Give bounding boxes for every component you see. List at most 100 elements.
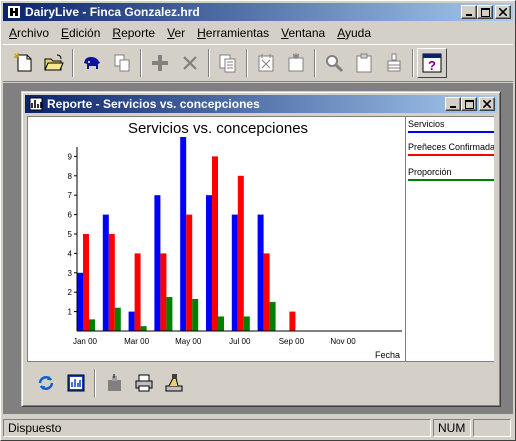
report-close-button[interactable] (479, 97, 495, 111)
app-icon[interactable] (6, 5, 22, 19)
event-icon (258, 54, 274, 72)
maximize-button[interactable] (477, 5, 493, 19)
search-button[interactable] (319, 48, 349, 78)
copy-icon (114, 54, 130, 72)
minimize-button[interactable] (461, 5, 477, 19)
sparkle-event-icon (288, 53, 304, 72)
clipboard-icon (356, 53, 372, 73)
menu-archivo-label: rchivo (17, 25, 50, 40)
report-minimize-button[interactable] (445, 97, 461, 111)
y-tick-label: 4 (68, 249, 73, 258)
y-tick-label: 5 (68, 230, 73, 239)
bar-servicios-may-00 (180, 137, 187, 331)
chart-area: Servicios vs. concepciones 1 2 3 4 5 6 7 8 9 Jan … (27, 116, 494, 362)
export-icon (108, 374, 121, 391)
status-bar: Dispuesto NUM (3, 417, 513, 439)
bar-pre-eces-confirmada-may-00 (186, 214, 193, 331)
help-button[interactable]: ? (417, 48, 447, 78)
open-folder-icon (44, 54, 64, 71)
mdi-workspace: Reporte - Servicios vs. concepciones Ser… (3, 83, 513, 414)
bar-servicios-jun-00 (206, 195, 212, 331)
bar-proporci-n-jun-00 (218, 316, 224, 331)
menu-ventana-accel: V (281, 25, 289, 40)
bar-proporci-n-aug-00 (269, 301, 276, 331)
bar-servicios-jul-00 (231, 214, 238, 331)
bar-pre-eces-confirmada-feb-00 (108, 234, 115, 331)
sparkle-event-button[interactable] (281, 48, 311, 78)
chart-view-button[interactable] (61, 368, 91, 398)
toolbar-separator (314, 49, 316, 77)
x-tick-label: Mar 00 (124, 337, 149, 346)
open-button[interactable] (39, 48, 69, 78)
menu-ayuda[interactable]: Ayuda (331, 26, 377, 40)
bottle-button[interactable] (379, 48, 409, 78)
menu-herramientas[interactable]: Herramientas (191, 26, 275, 40)
menu-ayuda-accel: A (337, 25, 345, 40)
menu-reporte-label: eporte (121, 25, 156, 40)
close-button[interactable] (495, 5, 511, 19)
menu-archivo[interactable]: Archivo (3, 26, 55, 40)
bar-chart: Servicios vs. concepciones 1 2 3 4 5 6 7 8 9 Jan … (68, 120, 402, 360)
new-button[interactable] (9, 48, 39, 78)
bar-proporci-n-mar-00 (140, 326, 147, 331)
add-icon (152, 55, 168, 71)
bar-servicios-apr-00 (154, 195, 161, 331)
print-button[interactable] (129, 368, 159, 398)
bottle-icon (387, 53, 401, 72)
search-icon (326, 55, 344, 73)
bar-proporci-n-jan-00 (89, 319, 95, 331)
print-setup-icon (165, 374, 183, 392)
legend-item-preneces: Preñeces Confirmada (408, 142, 494, 156)
bar-pre-eces-confirmada-mar-00 (134, 253, 141, 331)
export-button[interactable] (99, 368, 129, 398)
status-num-indicator: NUM (433, 419, 471, 437)
report-title-bar[interactable]: Reporte - Servicios vs. concepciones (25, 95, 497, 113)
menu-ver-label: er (174, 25, 186, 40)
refresh-button[interactable] (31, 368, 61, 398)
add-button[interactable] (145, 48, 175, 78)
toolbar-separator (140, 49, 142, 77)
menu-archivo-accel: A (9, 25, 18, 40)
menu-edicion-accel: E (61, 25, 70, 40)
toolbar-separator (72, 49, 74, 77)
app-window: DairyLive - Finca Gonzalez.hrd Archivo E… (0, 0, 516, 441)
menu-reporte[interactable]: Reporte (106, 26, 161, 40)
report-button[interactable] (213, 48, 243, 78)
status-scroll-indicator (473, 419, 511, 437)
y-tick-label: 9 (68, 152, 73, 161)
bar-proporci-n-apr-00 (166, 297, 173, 331)
y-tick-label: 1 (68, 308, 73, 317)
clipboard-button[interactable] (349, 48, 379, 78)
close-icon (499, 8, 507, 16)
copy-button[interactable] (107, 48, 137, 78)
delete-button[interactable] (175, 48, 205, 78)
event-button[interactable] (251, 48, 281, 78)
bar-pre-eces-confirmada-jun-00 (212, 156, 218, 331)
report-icon-small[interactable] (28, 97, 44, 111)
delete-icon (183, 56, 197, 70)
menu-ventana[interactable]: Ventana (275, 26, 331, 40)
menu-ver[interactable]: Ver (161, 26, 191, 40)
title-bar[interactable]: DairyLive - Finca Gonzalez.hrd (3, 3, 513, 21)
menu-edicion[interactable]: Edición (55, 26, 106, 40)
bar-pre-eces-confirmada-sep-00 (289, 311, 296, 331)
x-tick-label: Sep 00 (279, 337, 305, 346)
y-tick-label: 7 (68, 191, 73, 200)
x-tick-label: Jul 00 (229, 337, 251, 346)
x-tick-label: Jan 00 (73, 337, 98, 346)
bar-servicios-jan-00 (77, 272, 83, 331)
print-setup-button[interactable] (159, 368, 189, 398)
bar-proporci-n-may-00 (192, 298, 199, 331)
report-icon (219, 54, 236, 73)
find-cow-button[interactable] (77, 48, 107, 78)
bar-pre-eces-confirmada-aug-00 (263, 253, 270, 331)
refresh-icon (38, 376, 54, 390)
new-document-icon (14, 53, 32, 72)
legend-item-proporcion: Proporción (408, 167, 494, 181)
toolbar-separator (94, 369, 96, 397)
bar-pre-eces-confirmada-jul-00 (237, 175, 244, 331)
report-maximize-button[interactable] (461, 97, 477, 111)
print-icon (135, 374, 153, 392)
y-tick-label: 6 (68, 211, 73, 220)
legend-swatch (408, 154, 494, 156)
